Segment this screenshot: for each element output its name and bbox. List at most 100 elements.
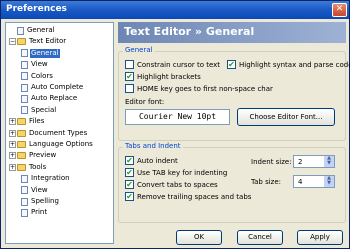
- highlight-syntax-label: Highlight syntax and parse code: [239, 60, 350, 69]
- tree-item-integration[interactable]: Integration: [21, 174, 71, 183]
- tree-item-general[interactable]: General: [21, 48, 60, 58]
- tree-item-label: Print: [31, 208, 48, 217]
- page-icon: [21, 72, 28, 81]
- tree-item-text-editor[interactable]: − Text Editor: [9, 37, 67, 46]
- tab-size-value[interactable]: 4: [298, 178, 302, 186]
- tree-item-view[interactable]: View: [21, 60, 49, 69]
- home-key-label: HOME key goes to first non-space char: [137, 84, 273, 93]
- highlight-brackets-checkbox[interactable]: ✔ Highlight brackets: [125, 72, 201, 81]
- expand-icon[interactable]: +: [9, 163, 16, 171]
- tree-item-label: Integration: [31, 174, 70, 183]
- expand-icon[interactable]: +: [9, 141, 16, 148]
- general-group-title: General: [123, 46, 155, 54]
- ok-button[interactable]: OK: [176, 230, 222, 245]
- tree-item-general[interactable]: General: [9, 26, 56, 35]
- use-tab-key-label: Use TAB key for indenting: [137, 168, 228, 177]
- indent-size-value[interactable]: 2: [298, 158, 302, 166]
- collapse-icon[interactable]: −: [9, 38, 16, 46]
- tree-item-label: View: [31, 60, 48, 69]
- highlight-syntax-check[interactable]: ✔: [227, 60, 236, 69]
- tree-item-auto-complete[interactable]: Auto Complete: [21, 83, 84, 92]
- remove-trailing-checkbox[interactable]: ✔ Remove trailing spaces and tabs: [125, 192, 251, 201]
- page-icon: [21, 197, 28, 206]
- page-icon: [21, 174, 28, 183]
- tree-item-colors[interactable]: Colors: [21, 72, 54, 81]
- folder-icon: [17, 38, 26, 46]
- editor-font-label: Editor font:: [125, 98, 165, 106]
- window-title: Preferences: [6, 4, 67, 14]
- constrain-cursor-checkbox[interactable]: Constrain cursor to text: [125, 60, 220, 69]
- use-tab-key-checkbox[interactable]: ✔ Use TAB key for indenting: [125, 168, 227, 177]
- use-tab-key-check[interactable]: ✔: [125, 168, 134, 177]
- page-icon: [21, 208, 28, 217]
- tree-item-auto-replace[interactable]: Auto Replace: [21, 94, 78, 103]
- folder-icon: [17, 152, 26, 160]
- preferences-tree[interactable]: General − Text Editor General View Colors Auto…: [5, 22, 114, 244]
- remove-trailing-check[interactable]: ✔: [125, 192, 134, 201]
- tab-size-spinner[interactable]: 4 ▲ ▼: [293, 175, 335, 188]
- page-icon: [21, 49, 28, 58]
- tree-item-label: Text Editor: [29, 37, 67, 46]
- expand-icon[interactable]: +: [9, 118, 16, 126]
- tree-item-label: General: [27, 26, 55, 34]
- expand-icon[interactable]: +: [9, 129, 16, 137]
- indent-size-arrows[interactable]: ▲ ▼: [324, 156, 334, 167]
- tree-item-label: General: [30, 48, 60, 58]
- apply-button[interactable]: Apply: [297, 230, 343, 245]
- cancel-button[interactable]: Cancel: [237, 230, 283, 245]
- auto-indent-check[interactable]: ✔: [125, 156, 134, 165]
- indent-size-spinner[interactable]: 2 ▲ ▼: [293, 155, 335, 168]
- page-icon: [17, 26, 24, 35]
- auto-indent-label: Auto indent: [137, 156, 178, 165]
- home-key-checkbox[interactable]: HOME key goes to first non-space char: [125, 84, 273, 93]
- tree-item-label: Preview: [29, 151, 57, 160]
- tabs-indent-group-title: Tabs and Indent: [123, 142, 183, 150]
- tree-item-files[interactable]: + Files: [9, 117, 45, 126]
- page-icon: [21, 186, 28, 195]
- tab-size-label: Tab size:: [251, 178, 282, 186]
- highlight-brackets-label: Highlight brackets: [137, 72, 201, 81]
- tree-item-label: Auto Complete: [31, 83, 84, 91]
- title-bar[interactable]: Preferences ✕: [1, 1, 349, 19]
- tab-size-down-icon[interactable]: ▼: [324, 181, 334, 186]
- tree-item-preview[interactable]: + Preview: [9, 151, 57, 160]
- section-title: Text Editor » General: [124, 25, 255, 38]
- tree-item-special[interactable]: Special: [21, 106, 57, 115]
- choose-editor-font-button[interactable]: Choose Editor Font...: [237, 108, 335, 126]
- constrain-cursor-label: Constrain cursor to text: [137, 60, 221, 69]
- tree-item-label: Document Types: [29, 128, 88, 137]
- highlight-syntax-checkbox[interactable]: ✔ Highlight syntax and parse code: [227, 60, 350, 69]
- close-button[interactable]: ✕: [332, 3, 347, 17]
- expand-icon[interactable]: +: [9, 152, 16, 160]
- home-key-check[interactable]: [125, 84, 134, 93]
- convert-tabs-checkbox[interactable]: ✔ Convert tabs to spaces: [125, 180, 218, 189]
- page-icon: [21, 106, 28, 115]
- highlight-brackets-check[interactable]: ✔: [125, 72, 134, 81]
- auto-indent-checkbox[interactable]: ✔ Auto indent: [125, 156, 178, 165]
- tree-item-print[interactable]: Print: [21, 208, 48, 217]
- convert-tabs-label: Convert tabs to spaces: [137, 180, 218, 189]
- folder-icon: [17, 141, 26, 148]
- tab-size-arrows[interactable]: ▲ ▼: [324, 176, 334, 187]
- tree-item-label: Auto Replace: [31, 94, 78, 103]
- editor-font-display: Courier New 10pt: [125, 109, 230, 125]
- tree-item-label: View: [31, 185, 48, 194]
- constrain-cursor-check[interactable]: [125, 60, 134, 69]
- convert-tabs-check[interactable]: ✔: [125, 180, 134, 189]
- section-header: Text Editor » General: [118, 22, 346, 43]
- page-icon: [21, 94, 28, 103]
- tree-item-spelling[interactable]: Spelling: [21, 197, 60, 206]
- general-group: General Constrain cursor to text ✔ Highl…: [118, 46, 350, 141]
- tree-item-view[interactable]: View: [21, 186, 49, 195]
- tree-item-label: Tools: [29, 162, 47, 171]
- tabs-indent-group: Tabs and Indent ✔ Auto indent ✔ Use TAB …: [118, 142, 346, 223]
- page-icon: [21, 83, 28, 92]
- tree-item-language-options[interactable]: + Language Options: [9, 140, 94, 149]
- tree-item-label: Spelling: [31, 197, 59, 205]
- folder-icon: [17, 129, 26, 137]
- indent-size-down-icon[interactable]: ▼: [324, 161, 334, 166]
- tree-item-document-types[interactable]: + Document Types: [9, 129, 88, 138]
- folder-icon: [17, 163, 26, 171]
- folder-icon: [17, 118, 26, 126]
- tree-item-tools[interactable]: + Tools: [9, 163, 47, 172]
